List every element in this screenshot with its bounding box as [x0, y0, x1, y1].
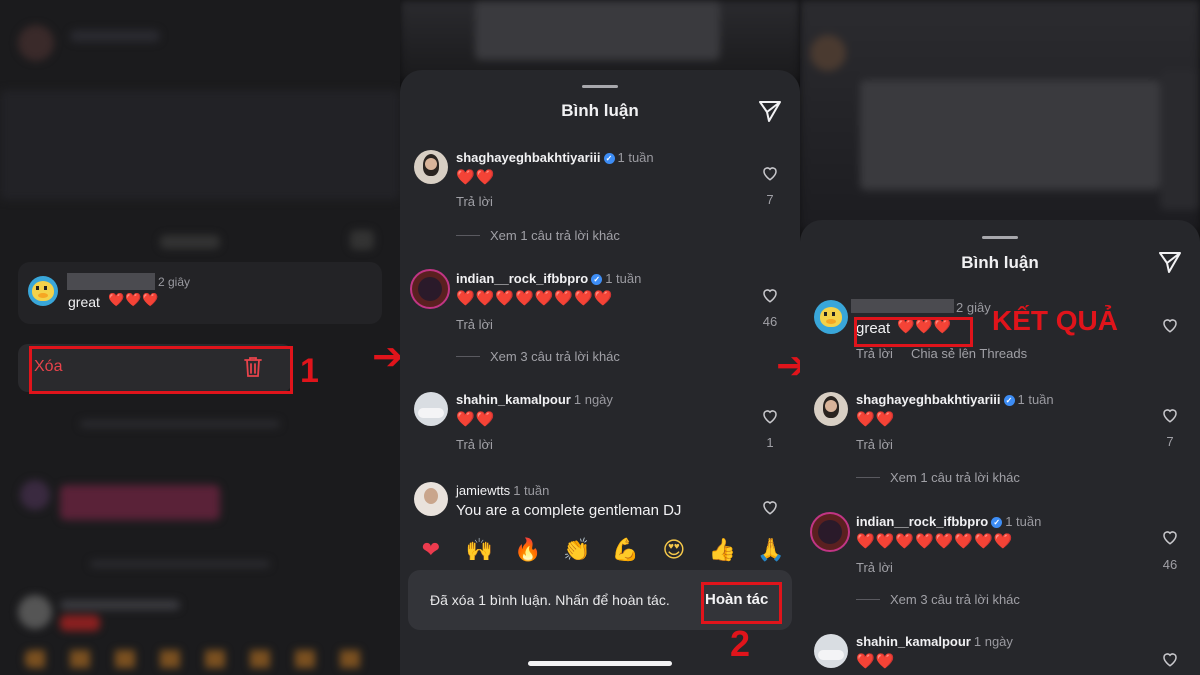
highlight-box-delete — [29, 346, 293, 394]
blurred-background — [0, 0, 400, 675]
like-heart-icon[interactable] — [761, 164, 779, 182]
sheet-grabber[interactable] — [582, 85, 618, 88]
emoji-heart-eyes[interactable]: 😍 — [659, 538, 689, 563]
verified-badge-icon: ✓ — [603, 153, 615, 164]
like-count: 7 — [1166, 434, 1174, 449]
emoji-raised-hands[interactable]: 🙌 — [465, 538, 495, 563]
step-number-1: 1 — [300, 352, 319, 390]
view-replies-link[interactable]: Xem 3 câu trả lời khác — [856, 592, 1020, 607]
view-replies-link[interactable]: Xem 3 câu trả lời khác — [456, 349, 620, 364]
user-avatar[interactable] — [814, 300, 848, 334]
redacted-username — [851, 299, 954, 313]
comment-text: ❤️❤️ — [456, 410, 496, 428]
panel-undo-toast: Bình luận shaghayeghbakhtiyariii ✓ 1 tuần … — [400, 0, 800, 675]
like-heart-icon[interactable] — [1161, 650, 1179, 668]
comment-text: great — [68, 294, 100, 310]
avatar[interactable] — [414, 482, 448, 516]
sheet-title: Bình luận — [561, 101, 639, 120]
blurred-video-background — [400, 0, 800, 80]
emoji-pray[interactable]: 🙏 — [756, 538, 786, 563]
like-heart-icon[interactable] — [761, 286, 779, 304]
emoji-thumbs-up[interactable]: 👍 — [707, 538, 737, 563]
comment-username[interactable]: jamiewtts 1 tuần — [456, 483, 549, 498]
emoji-muscle[interactable]: 💪 — [610, 538, 640, 563]
verified-badge-icon: ✓ — [991, 517, 1003, 528]
comment-hearts: ❤️❤️❤️ — [108, 293, 160, 308]
comment-text: ❤️❤️❤️❤️❤️❤️❤️❤️ — [456, 289, 614, 307]
highlight-box-result — [854, 317, 973, 347]
comment-text: ❤️❤️❤️❤️❤️❤️❤️❤️ — [856, 532, 1014, 550]
like-heart-icon[interactable] — [761, 498, 779, 516]
home-indicator — [528, 661, 672, 666]
redacted-username — [67, 273, 155, 290]
sheet-title: Bình luận — [961, 253, 1039, 272]
reply-button[interactable]: Trả lời — [856, 437, 893, 452]
emoji-fire[interactable]: 🔥 — [513, 538, 543, 563]
view-replies-link[interactable]: Xem 1 câu trả lời khác — [856, 470, 1020, 485]
like-heart-icon[interactable] — [761, 407, 779, 425]
reply-button[interactable]: Trả lời — [456, 317, 493, 332]
comment-username[interactable]: indian__rock_ifbbpro ✓ 1 tuần — [856, 514, 1041, 529]
reply-button[interactable]: Trả lời — [456, 437, 493, 452]
like-heart-icon[interactable] — [1161, 406, 1179, 424]
avatar[interactable] — [810, 512, 850, 552]
user-avatar — [28, 276, 58, 306]
highlight-box-undo — [701, 582, 782, 624]
verified-badge-icon: ✓ — [1003, 395, 1015, 406]
emoji-clap[interactable]: 👏 — [562, 538, 592, 563]
view-replies-link[interactable]: Xem 1 câu trả lời khác — [456, 228, 620, 243]
selected-comment-card: 2 giây great ❤️❤️❤️ — [18, 262, 382, 324]
send-icon[interactable] — [757, 98, 783, 124]
result-label: KẾT QUẢ — [992, 305, 1118, 336]
comment-text: ❤️❤️ — [856, 410, 896, 428]
comment-text: You are a complete gentleman DJ — [456, 502, 682, 519]
share-to-threads-button[interactable]: Chia sẻ lên Threads — [911, 346, 1027, 361]
step-number-2: 2 — [730, 623, 751, 664]
comment-text: ❤️❤️ — [456, 168, 496, 186]
comment-username[interactable]: shaghayeghbakhtiyariii ✓ 1 tuần — [856, 392, 1054, 407]
toast-message: Đã xóa 1 bình luận. Nhấn để hoàn tác. — [430, 592, 670, 608]
comment-username[interactable]: shahin_kamalpour 1 ngày — [856, 634, 1013, 649]
like-count: 7 — [766, 192, 774, 207]
avatar[interactable] — [814, 392, 848, 426]
emoji-heart[interactable]: ❤ — [416, 538, 446, 563]
comment-time: 2 giây — [956, 300, 991, 315]
avatar[interactable] — [814, 634, 848, 668]
avatar[interactable] — [414, 392, 448, 426]
verified-badge-icon: ✓ — [591, 274, 603, 285]
comment-username[interactable]: shahin_kamalpour 1 ngày — [456, 392, 613, 407]
panel-delete-menu: 2 giây great ❤️❤️❤️ Xóa 1 — [0, 0, 400, 675]
like-heart-icon[interactable] — [1161, 528, 1179, 546]
sheet-grabber[interactable] — [982, 236, 1018, 239]
comment-text: ❤️❤️ — [856, 652, 896, 670]
comment-username[interactable]: shaghayeghbakhtiyariii ✓ 1 tuần — [456, 150, 654, 165]
like-count: 46 — [762, 314, 778, 329]
like-heart-icon[interactable] — [1161, 316, 1179, 334]
blurred-video-background — [800, 0, 1200, 230]
avatar[interactable] — [410, 269, 450, 309]
send-icon[interactable] — [1157, 249, 1183, 275]
comment-time: 2 giây — [158, 275, 191, 289]
emoji-quick-bar: ❤ 🙌 🔥 👏 💪 😍 👍 🙏 — [416, 538, 786, 563]
panel-result: Bình luận 2 giây great ❤️❤️❤️ Trả lời Ch… — [800, 0, 1200, 675]
like-count: 46 — [1162, 557, 1178, 572]
comments-sheet: Bình luận 2 giây great ❤️❤️❤️ Trả lời Ch… — [800, 220, 1200, 675]
reply-button[interactable]: Trả lời — [856, 346, 893, 361]
reply-button[interactable]: Trả lời — [456, 194, 493, 209]
reply-button[interactable]: Trả lời — [856, 560, 893, 575]
like-count: 1 — [766, 435, 774, 450]
comment-username[interactable]: indian__rock_ifbbpro ✓ 1 tuần — [456, 271, 641, 286]
avatar[interactable] — [414, 150, 448, 184]
